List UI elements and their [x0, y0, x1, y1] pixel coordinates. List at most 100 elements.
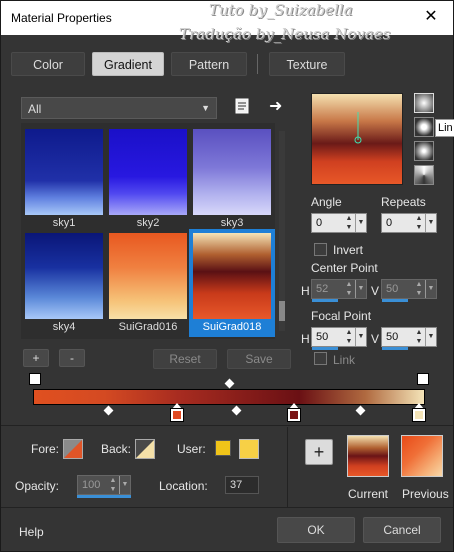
center-point-label: Center Point — [311, 261, 378, 275]
spinner-arrows-icon[interactable]: ▲ ▼ — [414, 280, 424, 298]
invert-label: Invert — [333, 243, 364, 257]
current-material-swatch[interactable] — [347, 435, 389, 477]
close-icon[interactable]: ✕ — [415, 3, 447, 31]
tab-gradient[interactable]: Gradient — [92, 52, 164, 76]
radial-style-icon[interactable] — [414, 165, 434, 185]
focal-h-spinner[interactable]: 50 ▲ ▼ ▼ — [311, 327, 367, 347]
cancel-button[interactable]: Cancel — [363, 517, 441, 543]
chevron-down-icon[interactable]: ▼ — [425, 280, 436, 298]
watermark-line2: Tradução by_Neusa Novaes — [179, 25, 391, 43]
focal-v-spinner[interactable]: 50 ▲ ▼ ▼ — [381, 327, 437, 347]
swatch-label: SuiGrad018 — [202, 321, 262, 333]
transparency-midpoint[interactable] — [224, 378, 235, 389]
gradient-bar[interactable] — [33, 389, 425, 405]
link-label: Link — [333, 353, 356, 367]
chevron-down-icon[interactable]: ▼ — [119, 476, 130, 494]
swatch-sky4[interactable] — [25, 233, 103, 319]
rectangular-style-icon[interactable] — [414, 117, 434, 137]
material-properties-dialog: Material Properties ✕ Tuto by_Suizabella… — [0, 0, 454, 552]
focal-h-value: 50 — [316, 331, 329, 343]
add-to-swatches-button[interactable]: + — [305, 439, 333, 465]
color-stop[interactable] — [287, 408, 301, 422]
sunburst-style-icon[interactable] — [414, 141, 434, 161]
focal-point-label: Focal Point — [311, 309, 372, 323]
watermark-line1: Tuto by_Suizabella — [209, 1, 353, 19]
spinner-arrows-icon[interactable]: ▲ ▼ — [344, 280, 354, 298]
chevron-down-icon[interactable]: ▼ — [355, 280, 366, 298]
user-color-swatch-2[interactable] — [239, 439, 259, 459]
swatch-suigrad018[interactable] — [193, 233, 271, 319]
gradient-list: sky1 sky2 sky3 sky4 SuiGrad016 SuiGrad01… — [21, 123, 285, 339]
opacity-slider[interactable] — [77, 495, 131, 498]
center-h-label: H — [301, 284, 310, 298]
link-checkbox[interactable] — [314, 352, 327, 365]
color-stop-selected[interactable] — [170, 408, 184, 422]
focal-v-slider[interactable] — [382, 347, 408, 350]
remove-gradient-button[interactable]: - — [59, 349, 85, 367]
swatch-sky2[interactable] — [109, 129, 187, 215]
arrow-right-icon[interactable]: ➜ — [269, 96, 287, 115]
spinner-arrows-icon[interactable]: ▲ ▼ — [344, 214, 354, 232]
color-stop[interactable] — [412, 408, 426, 422]
color-midpoint[interactable] — [103, 405, 114, 416]
tab-divider — [257, 54, 258, 74]
footer-divider — [1, 507, 453, 508]
previous-label: Previous — [402, 487, 449, 501]
spinner-arrows-icon[interactable]: ▲ ▼ — [344, 328, 354, 346]
center-v-label: V — [371, 284, 380, 298]
previous-material-swatch[interactable] — [401, 435, 443, 477]
category-dropdown[interactable]: All ▼ — [21, 97, 217, 119]
transparency-stop-left[interactable] — [29, 373, 41, 385]
swatch-sky1[interactable] — [25, 129, 103, 215]
window-title: Material Properties — [11, 11, 112, 25]
center-v-spinner[interactable]: 50 ▲ ▼ ▼ — [381, 279, 437, 299]
repeats-value: 0 — [386, 217, 393, 229]
chevron-down-icon[interactable]: ▼ — [425, 214, 436, 232]
library-icon[interactable] — [234, 97, 250, 115]
current-label: Current — [348, 487, 389, 501]
color-midpoint[interactable] — [355, 405, 366, 416]
spinner-arrows-icon[interactable]: ▲ ▼ — [108, 476, 118, 494]
center-h-slider[interactable] — [312, 299, 338, 302]
swatch-sky3[interactable] — [193, 129, 271, 215]
gradient-preview[interactable] — [311, 93, 403, 185]
tab-pattern[interactable]: Pattern — [171, 52, 247, 76]
center-h-spinner[interactable]: 52 ▲ ▼ ▼ — [311, 279, 367, 299]
category-value: All — [28, 102, 42, 116]
center-v-slider[interactable] — [382, 299, 408, 302]
chevron-down-icon[interactable]: ▼ — [425, 328, 436, 346]
opacity-spinner[interactable]: 100 ▲ ▼ ▼ — [77, 475, 131, 495]
swatch-suigrad016[interactable] — [109, 233, 187, 319]
location-label: Location: — [159, 479, 208, 493]
location-input[interactable]: 37 — [225, 476, 259, 494]
color-midpoint[interactable] — [231, 405, 242, 416]
save-button[interactable]: Save — [227, 349, 291, 369]
chevron-down-icon: ▼ — [201, 103, 210, 113]
scrollbar-thumb[interactable] — [279, 301, 285, 321]
spinner-arrows-icon[interactable]: ▲ ▼ — [414, 214, 424, 232]
focal-h-slider[interactable] — [312, 347, 338, 350]
list-scrollbar[interactable] — [279, 131, 285, 331]
swatch-label: sky1 — [52, 217, 76, 229]
angle-spinner[interactable]: 0 ▲ ▼ ▼ — [311, 213, 367, 233]
spinner-arrows-icon[interactable]: ▲ ▼ — [414, 328, 424, 346]
focal-h-label: H — [301, 332, 310, 346]
help-link[interactable]: Help — [19, 525, 44, 539]
ok-button[interactable]: OK — [277, 517, 355, 543]
invert-checkbox[interactable] — [314, 243, 327, 256]
reset-button[interactable]: Reset — [153, 349, 217, 369]
repeats-spinner[interactable]: 0 ▲ ▼ ▼ — [381, 213, 437, 233]
swatch-label: sky4 — [52, 321, 76, 333]
user-color-swatch-1[interactable] — [215, 440, 231, 456]
add-gradient-button[interactable]: + — [23, 349, 49, 367]
center-v-value: 50 — [386, 283, 399, 295]
tab-texture[interactable]: Texture — [269, 52, 345, 76]
linear-style-icon[interactable] — [414, 93, 434, 113]
fore-color-swatch[interactable] — [63, 439, 83, 459]
transparency-stop-right[interactable] — [417, 373, 429, 385]
chevron-down-icon[interactable]: ▼ — [355, 328, 366, 346]
back-color-swatch[interactable] — [135, 439, 155, 459]
tab-color[interactable]: Color — [11, 52, 85, 76]
section-divider — [1, 425, 453, 426]
chevron-down-icon[interactable]: ▼ — [355, 214, 366, 232]
